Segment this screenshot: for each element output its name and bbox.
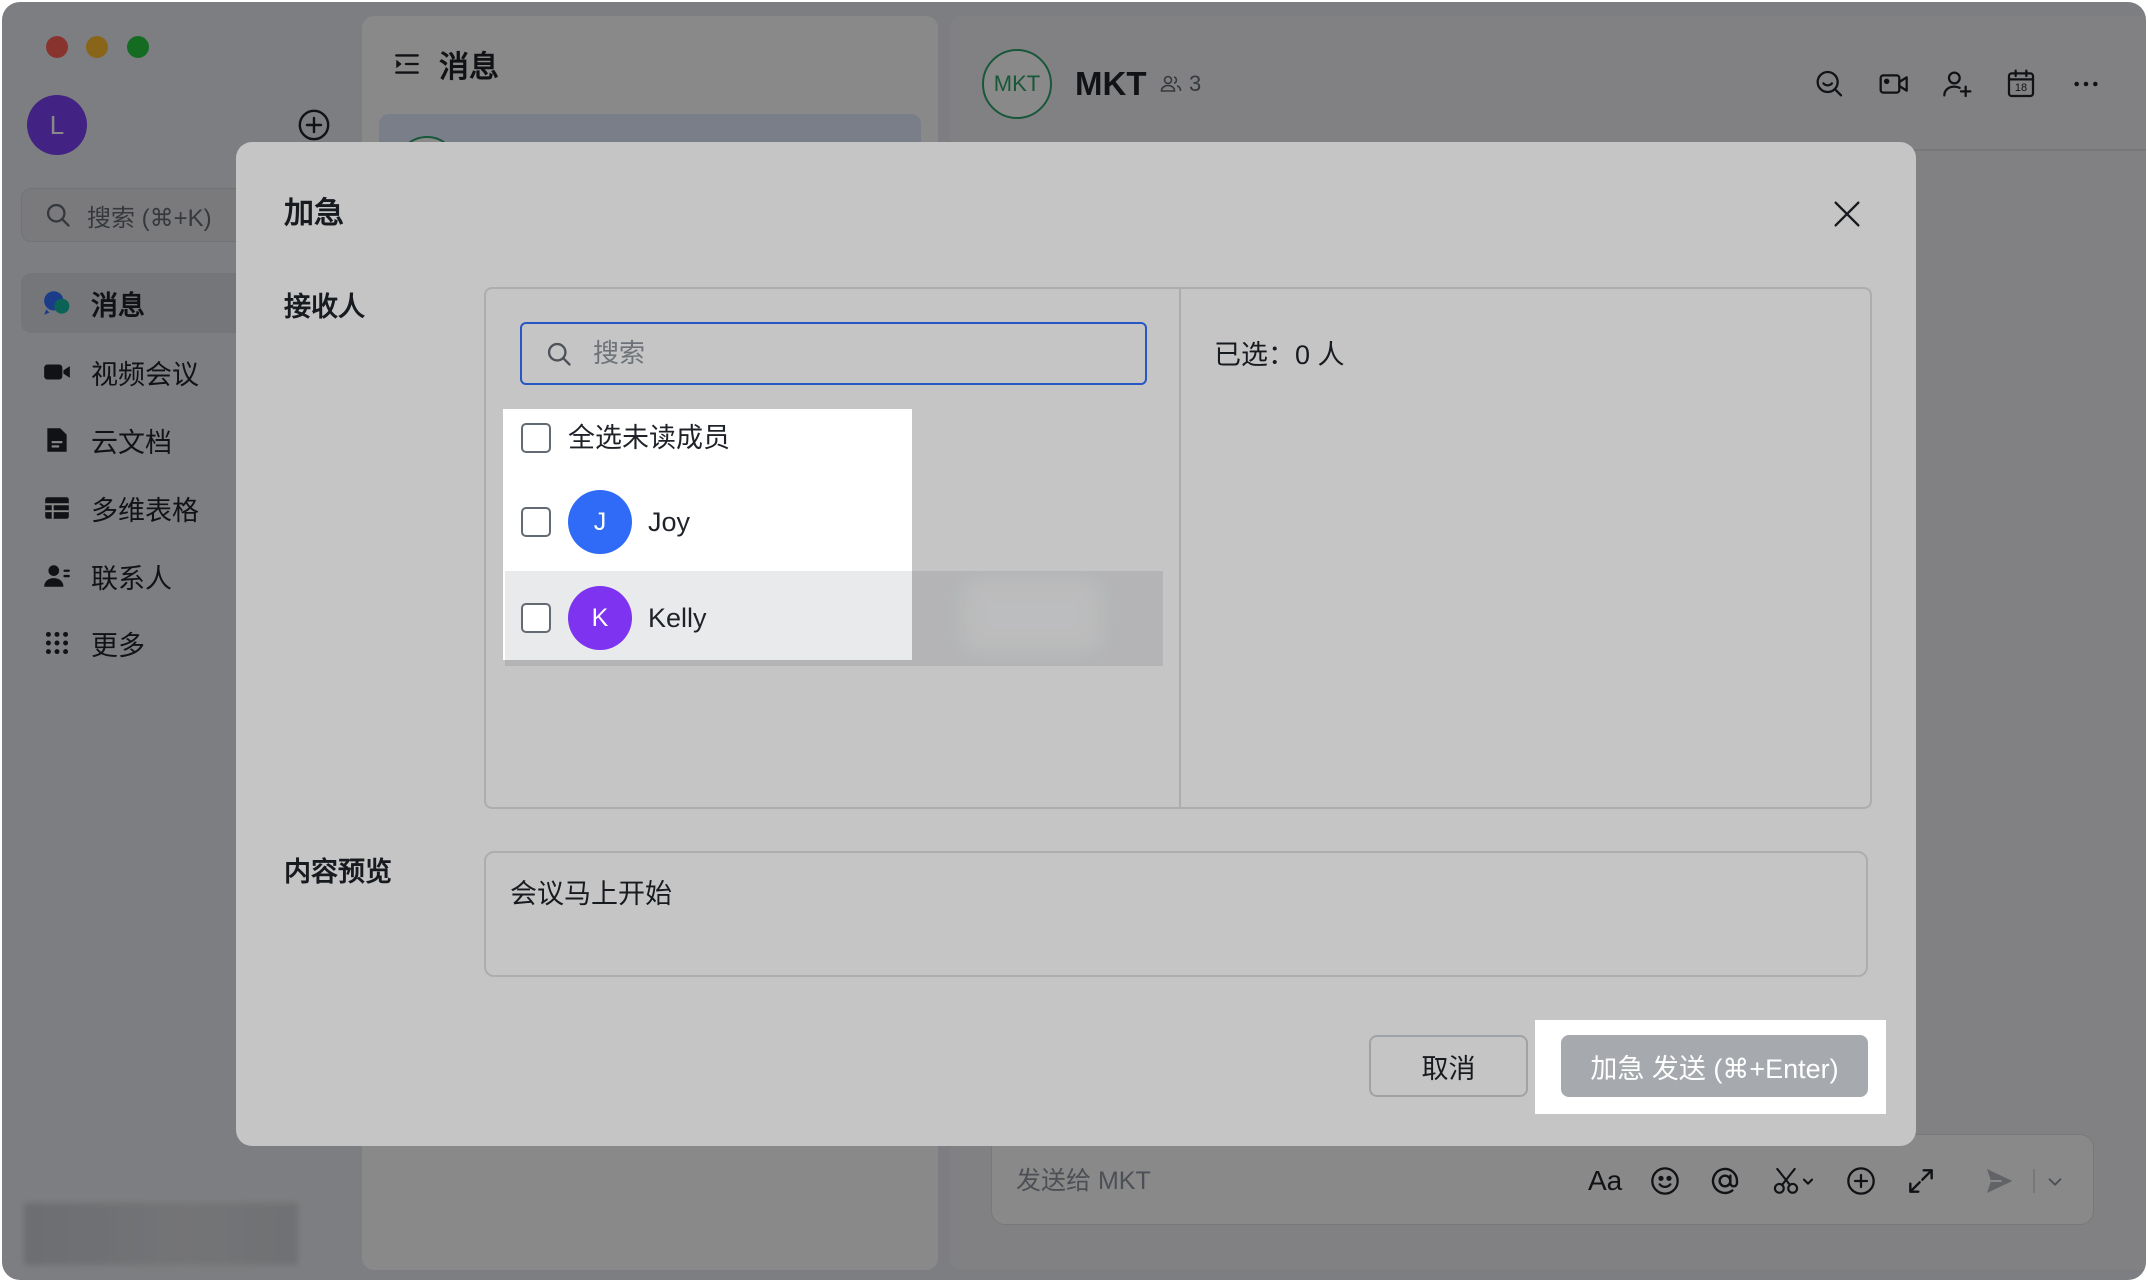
app-window: L 搜索 (⌘+K) 消息 视频会议 云文档 多维表格 联系人 更多 消息 MK… <box>2 2 2146 1280</box>
tutorial-spotlight-overlay <box>2 2 2146 1280</box>
